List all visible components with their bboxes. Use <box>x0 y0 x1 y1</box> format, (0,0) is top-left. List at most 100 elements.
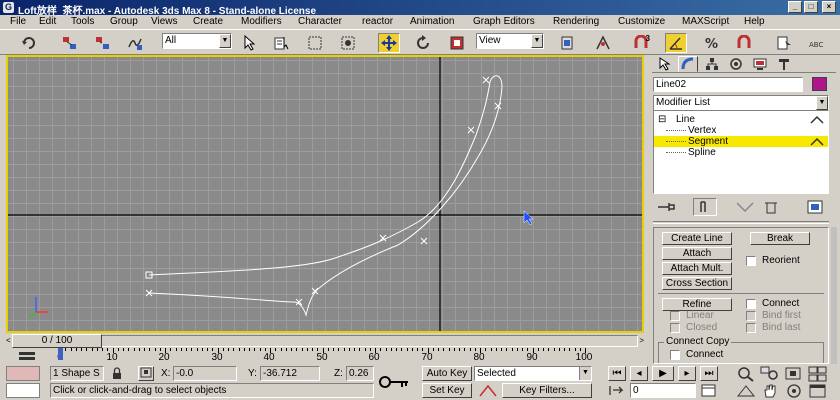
menu-maxscript[interactable]: MAXScript <box>682 16 729 27</box>
menu-rendering[interactable]: Rendering <box>553 16 599 27</box>
minimize-button[interactable]: _ <box>788 1 802 13</box>
angle-snap-button[interactable] <box>665 33 687 53</box>
spinner-snap-button[interactable] <box>733 33 755 53</box>
next-frame-button[interactable]: ▸ <box>678 366 696 381</box>
tab-utilities[interactable] <box>774 56 794 72</box>
cross-section-button[interactable]: Cross Section <box>662 277 732 290</box>
stack-item-line[interactable]: ⊟ Line <box>654 114 828 125</box>
previous-frame-button[interactable]: ◂ <box>630 366 648 381</box>
select-object-button[interactable] <box>238 33 260 53</box>
time-configuration-button[interactable] <box>700 383 718 398</box>
key-filters-button[interactable]: Key Filters... <box>502 383 592 398</box>
absolute-mode-button[interactable] <box>138 366 154 381</box>
menu-help[interactable]: Help <box>744 16 765 27</box>
tab-display[interactable] <box>750 56 770 72</box>
key-filter-dropdown[interactable]: Selected ▼ <box>474 366 592 381</box>
x-coord-field[interactable]: -0.0 <box>173 366 237 381</box>
snaps-toggle-button[interactable]: 3 <box>630 33 652 53</box>
window-crossing-button[interactable] <box>337 33 359 53</box>
stack-item-segment[interactable]: Segment <box>654 136 828 147</box>
current-frame-field[interactable]: 0 <box>630 383 696 398</box>
menu-views[interactable]: Views <box>151 16 178 27</box>
menu-graph-editors[interactable]: Graph Editors <box>473 16 535 27</box>
arc-rotate-button[interactable] <box>784 383 804 399</box>
tab-hierarchy[interactable] <box>702 56 722 72</box>
time-slider-next[interactable]: > <box>639 336 644 345</box>
play-button[interactable]: ▶ <box>652 366 674 381</box>
pan-button[interactable] <box>760 383 780 399</box>
auto-key-button[interactable]: Auto Key <box>422 366 472 381</box>
set-key-mode-button[interactable] <box>374 368 414 396</box>
light-bulb-icon[interactable] <box>810 115 824 124</box>
set-key-button[interactable]: Set Key <box>422 383 472 398</box>
key-mode-toggle[interactable] <box>608 384 626 397</box>
object-color-swatch[interactable] <box>812 77 827 91</box>
tab-motion[interactable] <box>726 56 746 72</box>
remove-modifier-button[interactable] <box>759 199 783 215</box>
attach-mult-button[interactable]: Attach Mult. <box>662 262 732 275</box>
close-button[interactable]: × <box>822 1 836 13</box>
menu-edit[interactable]: Edit <box>39 16 56 27</box>
maxscript-listener-pink[interactable] <box>6 366 40 381</box>
go-to-end-button[interactable]: ⏭ <box>700 366 718 381</box>
bind-spacewarp-button[interactable] <box>124 33 146 53</box>
stack-item-spline[interactable]: Spline <box>654 147 828 158</box>
tab-modify[interactable] <box>678 56 698 72</box>
zoom-all-button[interactable] <box>760 366 780 382</box>
reference-coord-dropdown[interactable]: View ▼ <box>476 33 544 49</box>
select-and-link-button[interactable] <box>58 33 80 53</box>
select-and-move-button[interactable] <box>378 33 400 53</box>
zoom-extents-all-button[interactable] <box>808 366 828 382</box>
modifier-stack[interactable]: ⊟ Line Vertex Segment Spline <box>653 110 829 194</box>
tab-create[interactable] <box>654 56 674 72</box>
maxscript-listener-white[interactable] <box>6 383 40 398</box>
spline-line02[interactable] <box>148 75 503 317</box>
manipulate-button[interactable] <box>592 33 614 53</box>
collapse-icon[interactable]: ⊟ <box>658 114 666 125</box>
rect-region-button[interactable] <box>304 33 326 53</box>
select-by-name-button[interactable] <box>271 33 293 53</box>
pivot-center-button[interactable] <box>556 33 578 53</box>
menu-customize[interactable]: Customize <box>618 16 665 27</box>
closed-checkbox[interactable] <box>670 323 680 333</box>
bind-last-checkbox[interactable] <box>746 323 756 333</box>
menu-group[interactable]: Group <box>110 16 138 27</box>
connect-checkbox[interactable] <box>746 299 756 309</box>
modifier-list-dropdown[interactable]: Modifier List ▼ <box>653 95 829 111</box>
select-and-rotate-button[interactable] <box>412 33 434 53</box>
bind-first-checkbox[interactable] <box>746 311 756 321</box>
percent-snap-button[interactable]: % <box>700 33 722 53</box>
min-max-toggle-button[interactable] <box>808 383 828 399</box>
menu-character[interactable]: Character <box>298 16 342 27</box>
create-line-button[interactable]: Create Line <box>662 232 732 245</box>
maximize-button[interactable]: □ <box>804 1 818 13</box>
menu-create[interactable]: Create <box>193 16 223 27</box>
selection-filter-dropdown[interactable]: All ▼ <box>162 33 232 49</box>
select-and-scale-button[interactable] <box>446 33 468 53</box>
stack-item-vertex[interactable]: Vertex <box>654 125 828 136</box>
rollout-scrollbar[interactable] <box>831 227 837 364</box>
z-coord-field[interactable]: 0.26 <box>346 366 374 381</box>
menu-reactor[interactable]: reactor <box>362 16 393 27</box>
menu-animation[interactable]: Animation <box>410 16 454 27</box>
top-viewport[interactable] <box>6 55 644 333</box>
track-bar-toggle[interactable] <box>18 350 36 362</box>
lock-selection-button[interactable] <box>110 367 124 380</box>
zoom-extents-button[interactable] <box>784 366 804 382</box>
show-end-result-button[interactable] <box>693 198 717 216</box>
field-of-view-button[interactable] <box>736 383 756 399</box>
unlink-button[interactable] <box>91 33 113 53</box>
menu-file[interactable]: File <box>10 16 26 27</box>
named-selection-button[interactable] <box>773 33 795 53</box>
time-slider-track[interactable] <box>12 335 638 347</box>
y-coord-field[interactable]: -36.712 <box>260 366 320 381</box>
break-button[interactable]: Break <box>750 232 810 245</box>
configure-sets-button[interactable] <box>803 199 827 215</box>
undo-button[interactable] <box>18 33 40 53</box>
make-unique-button[interactable] <box>733 199 757 215</box>
app-icon[interactable]: G <box>3 2 14 13</box>
reorient-checkbox[interactable] <box>746 256 756 266</box>
default-tangent-button[interactable] <box>478 384 498 398</box>
time-slider[interactable]: < 0 / 100 > <box>6 334 644 348</box>
time-slider-thumb[interactable]: 0 / 100 <box>12 334 102 348</box>
